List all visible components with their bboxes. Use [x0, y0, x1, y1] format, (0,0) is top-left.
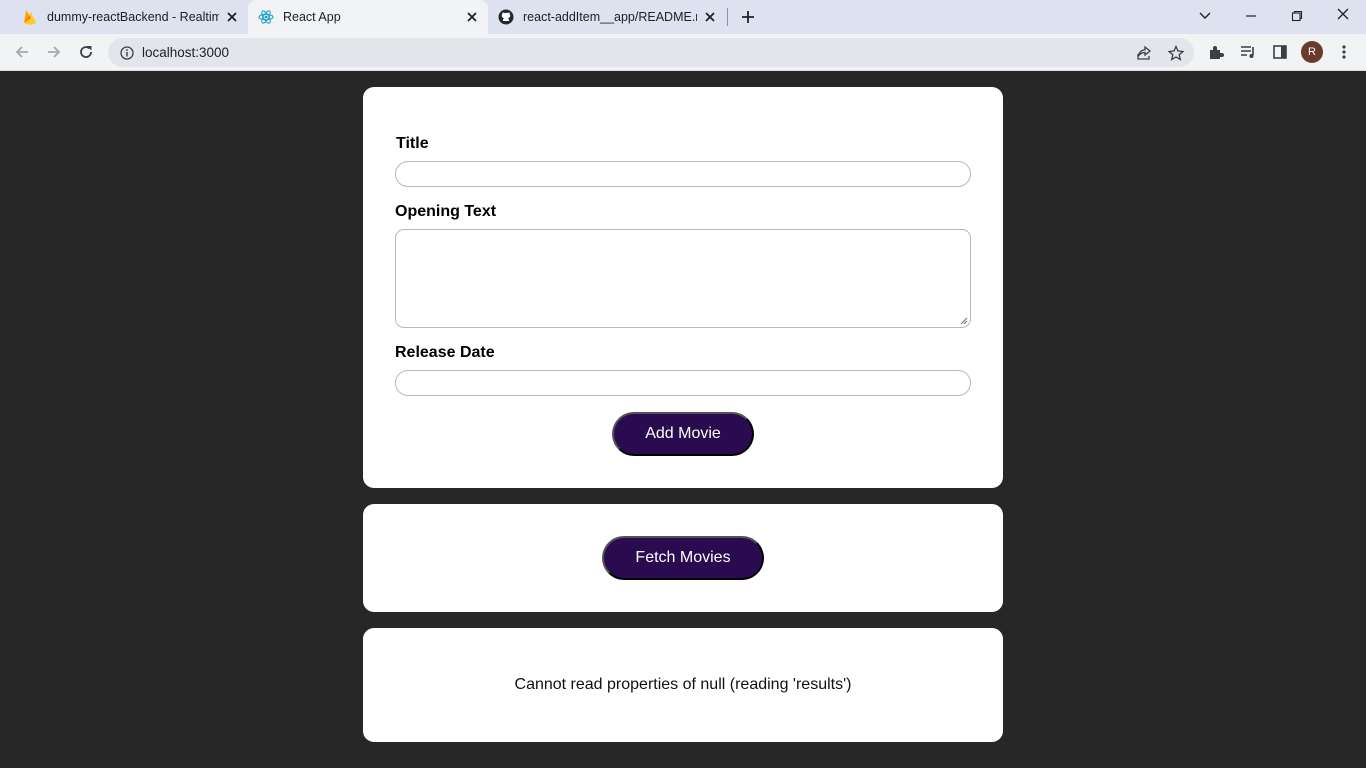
tab-search-chevron-icon[interactable]: [1194, 5, 1216, 27]
github-icon: [498, 9, 514, 25]
side-panel-icon[interactable]: [1269, 41, 1291, 63]
tab-title: React App: [283, 10, 341, 24]
bookmark-star-icon[interactable]: [1165, 42, 1187, 64]
browser-toolbar: localhost:3000 R: [0, 34, 1366, 71]
tab-separator: [727, 8, 728, 26]
add-movie-form: Title Opening Text Release Date Add Movi…: [363, 87, 1003, 488]
window-close-icon[interactable]: [1332, 3, 1354, 25]
tab-strip: dummy-reactBackend - Realtime React App …: [0, 0, 1366, 34]
release-date-label: Release Date: [395, 344, 495, 361]
site-info-icon[interactable]: [116, 42, 138, 64]
extensions-puzzle-icon[interactable]: [1205, 41, 1227, 63]
fetch-movies-button[interactable]: Fetch Movies: [602, 536, 764, 580]
add-movie-button[interactable]: Add Movie: [612, 412, 754, 456]
new-tab-plus-icon[interactable]: [737, 6, 759, 28]
fetch-section: Fetch Movies: [363, 504, 1003, 612]
title-label: Title: [396, 135, 429, 152]
tab-firebase[interactable]: dummy-reactBackend - Realtime: [12, 0, 248, 34]
close-icon[interactable]: [464, 9, 480, 25]
firebase-icon: [22, 9, 38, 25]
title-input[interactable]: [395, 161, 971, 187]
url-text: localhost:3000: [142, 45, 230, 60]
results-section: Cannot read properties of null (reading …: [363, 628, 1003, 742]
error-message: Cannot read properties of null (reading …: [514, 676, 852, 693]
tab-github-readme[interactable]: react-addItem__app/README.md: [488, 0, 726, 34]
forward-arrow-icon[interactable]: [43, 41, 65, 63]
release-date-input[interactable]: [395, 370, 971, 396]
reload-icon[interactable]: [75, 41, 97, 63]
opening-text-label: Opening Text: [395, 203, 497, 220]
react-icon: [258, 9, 274, 25]
close-icon[interactable]: [702, 9, 718, 25]
minimize-icon[interactable]: [1240, 5, 1262, 27]
tab-title: react-addItem__app/README.md: [523, 10, 697, 24]
restore-icon[interactable]: [1286, 5, 1308, 27]
more-menu-icon[interactable]: [1333, 41, 1355, 63]
close-icon[interactable]: [224, 9, 240, 25]
tab-react-app[interactable]: React App: [248, 0, 488, 34]
tab-title: dummy-reactBackend - Realtime: [47, 10, 219, 24]
share-icon[interactable]: [1133, 42, 1155, 64]
address-bar[interactable]: localhost:3000: [108, 38, 1194, 67]
media-queue-icon[interactable]: [1237, 41, 1259, 63]
back-arrow-icon[interactable]: [11, 41, 33, 63]
resize-grip-icon[interactable]: [960, 317, 968, 325]
opening-text-textarea[interactable]: [395, 229, 971, 328]
profile-avatar[interactable]: R: [1301, 41, 1323, 63]
